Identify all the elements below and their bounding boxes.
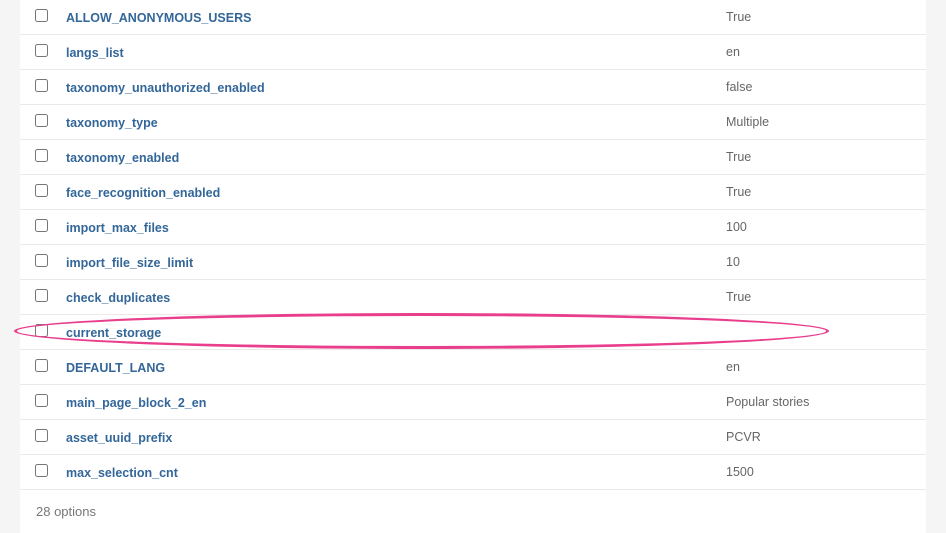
table-row: taxonomy_enabled True xyxy=(20,140,926,175)
option-value: Popular stories xyxy=(718,385,926,420)
option-key-link[interactable]: taxonomy_enabled xyxy=(66,151,179,165)
row-checkbox[interactable] xyxy=(35,464,48,477)
option-value: en xyxy=(718,350,926,385)
option-key-link[interactable]: taxonomy_type xyxy=(66,116,158,130)
table-row: taxonomy_unauthorized_enabled false xyxy=(20,70,926,105)
option-key-link[interactable]: DEFAULT_LANG xyxy=(66,361,165,375)
row-checkbox[interactable] xyxy=(35,79,48,92)
option-value: en xyxy=(718,35,926,70)
table-row: face_recognition_enabled True xyxy=(20,175,926,210)
row-checkbox[interactable] xyxy=(35,394,48,407)
table-row: DEFAULT_LANG en xyxy=(20,350,926,385)
table-row: taxonomy_type Multiple xyxy=(20,105,926,140)
row-checkbox[interactable] xyxy=(35,114,48,127)
row-checkbox[interactable] xyxy=(35,429,48,442)
row-checkbox[interactable] xyxy=(35,184,48,197)
options-count: 28 options xyxy=(20,490,926,533)
option-value: True xyxy=(718,140,926,175)
option-value: Multiple xyxy=(718,105,926,140)
option-value: True xyxy=(718,0,926,35)
option-key-link[interactable]: current_storage xyxy=(66,326,161,340)
option-key-link[interactable]: face_recognition_enabled xyxy=(66,186,220,200)
table-row: asset_uuid_prefix PCVR xyxy=(20,420,926,455)
row-checkbox[interactable] xyxy=(35,9,48,22)
option-key-link[interactable]: check_duplicates xyxy=(66,291,170,305)
table-row: current_storage xyxy=(20,315,926,350)
table-row: ALLOW_ANONYMOUS_USERS True xyxy=(20,0,926,35)
option-key-link[interactable]: asset_uuid_prefix xyxy=(66,431,172,445)
table-row: langs_list en xyxy=(20,35,926,70)
row-checkbox[interactable] xyxy=(35,254,48,267)
table-row: max_selection_cnt 1500 xyxy=(20,455,926,490)
options-table-wrap: ALLOW_ANONYMOUS_USERSTruelangs_listentax… xyxy=(20,0,926,533)
option-key-link[interactable]: taxonomy_unauthorized_enabled xyxy=(66,81,265,95)
option-value xyxy=(718,315,926,350)
option-key-link[interactable]: main_page_block_2_en xyxy=(66,396,206,410)
table-row: check_duplicates True xyxy=(20,280,926,315)
table-row: import_max_files 100 xyxy=(20,210,926,245)
row-checkbox[interactable] xyxy=(35,324,48,337)
row-checkbox[interactable] xyxy=(35,219,48,232)
option-key-link[interactable]: max_selection_cnt xyxy=(66,466,178,480)
option-value: 1500 xyxy=(718,455,926,490)
option-key-link[interactable]: langs_list xyxy=(66,46,124,60)
options-table: ALLOW_ANONYMOUS_USERSTruelangs_listentax… xyxy=(20,0,926,490)
row-checkbox[interactable] xyxy=(35,289,48,302)
option-value: PCVR xyxy=(718,420,926,455)
option-value: 100 xyxy=(718,210,926,245)
table-row: main_page_block_2_en Popular stories xyxy=(20,385,926,420)
option-value: false xyxy=(718,70,926,105)
option-key-link[interactable]: import_max_files xyxy=(66,221,169,235)
option-key-link[interactable]: import_file_size_limit xyxy=(66,256,193,270)
table-row: import_file_size_limit 10 xyxy=(20,245,926,280)
option-value: True xyxy=(718,280,926,315)
row-checkbox[interactable] xyxy=(35,359,48,372)
row-checkbox[interactable] xyxy=(35,149,48,162)
option-value: True xyxy=(718,175,926,210)
option-key-link[interactable]: ALLOW_ANONYMOUS_USERS xyxy=(66,11,251,25)
option-value: 10 xyxy=(718,245,926,280)
row-checkbox[interactable] xyxy=(35,44,48,57)
